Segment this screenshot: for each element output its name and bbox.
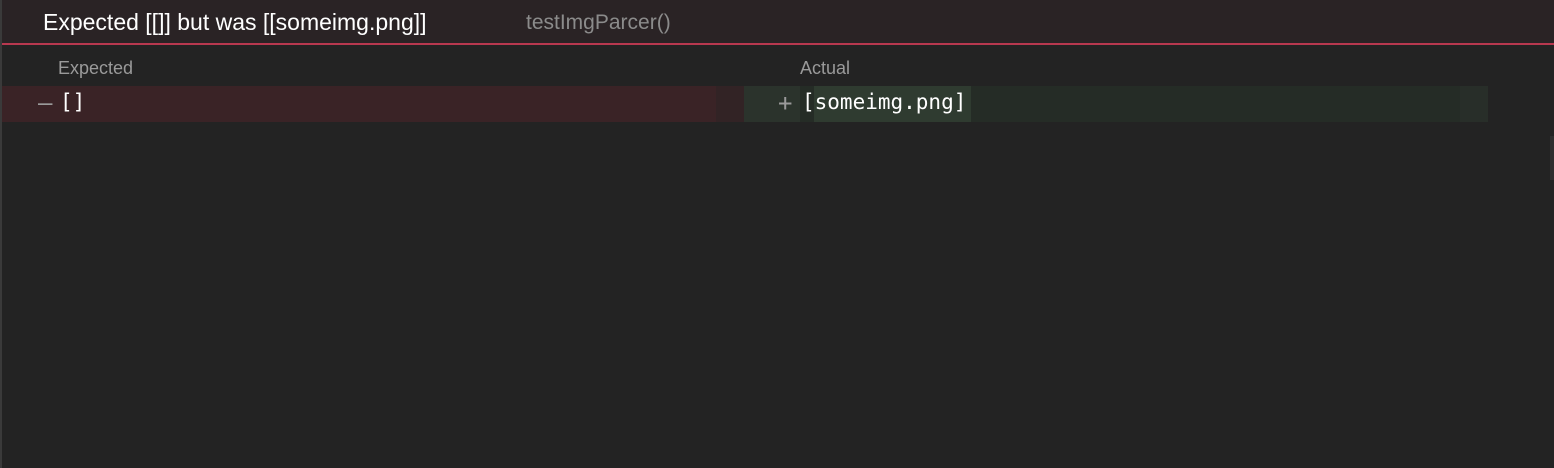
expected-value: [] [60,90,86,114]
actual-value: [someimg.png] [802,90,967,114]
failure-message: Expected [[]] but was [[someimg.png]] [43,9,427,35]
actual-diff-line[interactable]: + [someimg.png] [744,86,1488,122]
actual-line-tail [1460,86,1488,122]
test-method-link[interactable]: testImgParcer() [526,11,671,35]
actual-column-label: Actual [800,58,851,78]
expected-diff-line[interactable]: — [] [2,86,744,122]
failure-header: Expected [[]] but was [[someimg.png]] te… [2,0,1554,45]
minus-icon: — [38,89,53,117]
expected-column-label: Expected [58,58,134,78]
scrollbar-thumb[interactable] [1550,136,1554,180]
expected-line-gutter [716,86,744,122]
plus-icon: + [778,89,793,117]
window-edge [0,0,2,468]
